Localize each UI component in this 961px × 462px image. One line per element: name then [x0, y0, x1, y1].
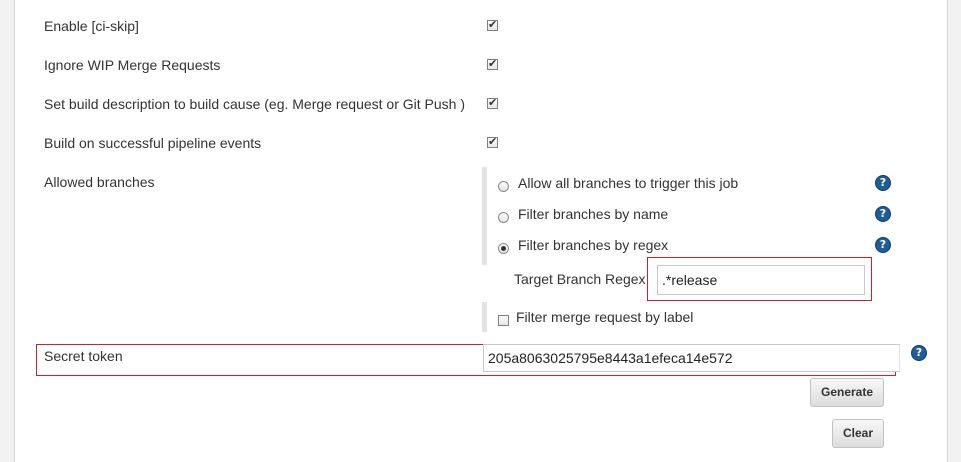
secret-token-label: Secret token — [44, 348, 123, 364]
section-divider — [482, 167, 487, 265]
radio-allow-all[interactable] — [498, 181, 509, 192]
radio-filter-name-label[interactable]: Filter branches by name — [518, 206, 668, 222]
target-regex-label: Target Branch Regex — [514, 271, 646, 287]
clear-button[interactable]: Clear — [832, 419, 884, 448]
ignore-wip-label: Ignore WIP Merge Requests — [44, 57, 221, 73]
secret-token-input[interactable]: 205a8063025795e8443a1efeca14e572 — [483, 344, 900, 372]
ci-skip-checkbox[interactable]: ✔ — [487, 18, 498, 31]
check-icon: ✔ — [488, 57, 498, 70]
radio-allow-all-label[interactable]: Allow all branches to trigger this job — [518, 175, 738, 191]
section-divider — [482, 302, 487, 332]
help-icon[interactable]: ? — [875, 237, 891, 253]
check-icon: ✔ — [488, 96, 498, 109]
build-description-checkbox[interactable]: ✔ — [487, 96, 498, 109]
check-icon: ✔ — [488, 135, 498, 148]
allowed-branches-label: Allowed branches — [44, 174, 155, 190]
help-icon[interactable]: ? — [911, 345, 927, 361]
radio-filter-name[interactable] — [498, 212, 509, 223]
generate-button[interactable]: Generate — [810, 378, 884, 407]
ci-skip-label: Enable [ci-skip] — [44, 18, 139, 34]
radio-filter-regex[interactable] — [498, 243, 509, 254]
check-icon: ✔ — [488, 18, 498, 31]
help-icon[interactable]: ? — [875, 206, 891, 222]
pipeline-events-checkbox[interactable]: ✔ — [487, 135, 498, 148]
radio-selected-dot — [501, 246, 506, 251]
target-regex-input[interactable]: .*release — [657, 265, 865, 295]
label-filter-label[interactable]: Filter merge request by label — [516, 309, 693, 325]
label-filter-checkbox[interactable] — [498, 315, 509, 326]
ignore-wip-checkbox[interactable]: ✔ — [487, 57, 498, 70]
pipeline-events-label: Build on successful pipeline events — [44, 135, 262, 151]
build-description-label: Set build description to build cause (eg… — [44, 96, 465, 112]
help-icon[interactable]: ? — [875, 175, 891, 191]
radio-filter-regex-label[interactable]: Filter branches by regex — [518, 237, 668, 253]
